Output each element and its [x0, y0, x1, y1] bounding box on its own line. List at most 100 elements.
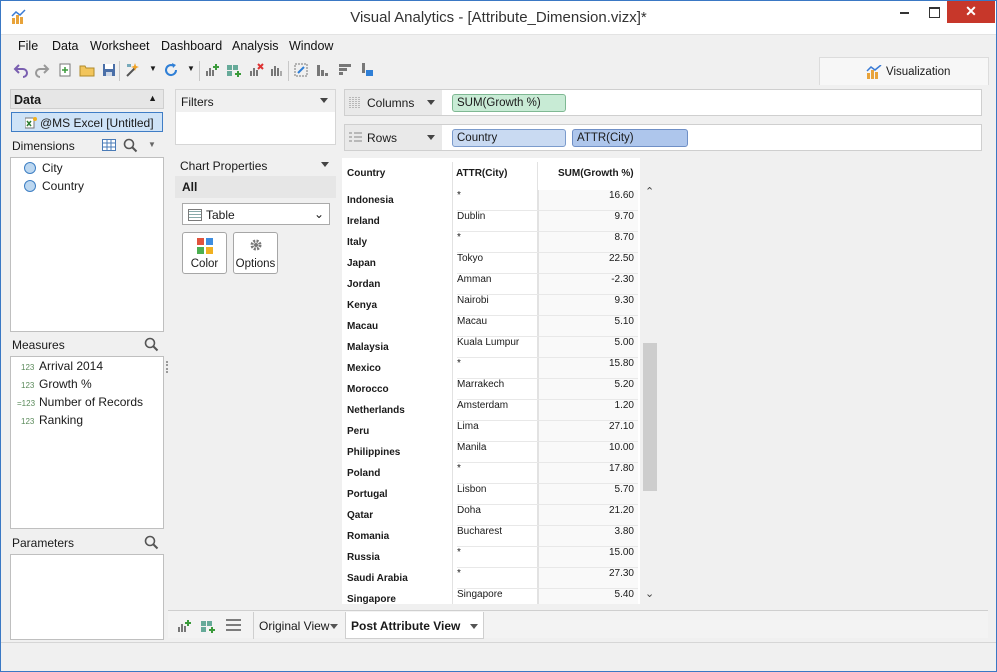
new-dashboard-icon[interactable] [226, 62, 242, 78]
column-header-country[interactable]: Country [347, 168, 385, 179]
measures-list: 123 Arrival 2014 123 Growth % =123 Number o… [10, 356, 164, 529]
magic-wand-icon[interactable] [125, 62, 141, 78]
chart-properties-menu-icon[interactable] [321, 162, 329, 167]
measure-item-arrival-2014[interactable]: 123 Arrival 2014 [21, 359, 103, 376]
scroll-up-icon[interactable]: ⌃ [645, 185, 654, 198]
search-icon[interactable] [144, 535, 159, 550]
menu-analysis[interactable]: Analysis [232, 39, 279, 53]
visualization-tab[interactable]: Visualization [819, 57, 989, 85]
cell-city: Lisbon [457, 484, 487, 495]
table-vertical-scrollbar[interactable]: ⌃ ⌄ [642, 183, 658, 603]
table-row[interactable]: Romania Bucharest 3.80 [342, 522, 640, 547]
dimensions-menu-icon[interactable]: ▼ [148, 140, 156, 149]
new-worksheet-icon[interactable] [176, 618, 192, 634]
table-row[interactable]: Macau Macau 5.10 [342, 312, 640, 337]
sort-toggle-icon[interactable]: ▲ [148, 93, 157, 103]
table-row[interactable]: Peru Lima 27.10 [342, 417, 640, 442]
chart-icon[interactable] [269, 62, 285, 78]
table-row[interactable]: Poland * 17.80 [342, 459, 640, 484]
search-icon[interactable] [123, 138, 138, 153]
table-row[interactable]: Italy * 8.70 [342, 228, 640, 253]
sort-descending-icon[interactable] [337, 62, 353, 78]
dimension-item-country[interactable]: Country [21, 179, 84, 196]
measure-item-ranking[interactable]: 123 Ranking [21, 413, 83, 430]
table-row[interactable]: Japan Tokyo 22.50 [342, 249, 640, 274]
cell-city: Doha [457, 505, 481, 516]
all-marks-row[interactable]: All [175, 176, 336, 198]
table-row[interactable]: Indonesia * 16.60 [342, 186, 640, 211]
dropdown-arrow-icon[interactable]: ▼ [149, 64, 157, 73]
minimize-button[interactable] [889, 1, 919, 23]
rows-shelf[interactable]: Rows Country ATTR(City) [344, 124, 982, 151]
data-table: Country ATTR(City) SUM(Growth %) Indones… [342, 158, 640, 604]
close-button[interactable]: ✕ [947, 1, 995, 23]
save-icon[interactable] [101, 62, 117, 78]
open-folder-icon[interactable] [79, 62, 95, 78]
table-row[interactable]: Malaysia Kuala Lumpur 5.00 [342, 333, 640, 358]
refresh-dropdown-icon[interactable]: ▼ [187, 64, 195, 73]
search-icon[interactable] [144, 337, 159, 352]
menu-file[interactable]: File [18, 39, 38, 53]
scrollbar-thumb[interactable] [643, 343, 657, 491]
pill-sum-growth[interactable]: SUM(Growth %) [452, 94, 566, 112]
menu-dashboard[interactable]: Dashboard [161, 39, 222, 53]
table-row[interactable]: Russia * 15.00 [342, 543, 640, 568]
table-row[interactable]: Jordan Amman -2.30 [342, 270, 640, 295]
table-row[interactable]: Saudi Arabia * 27.30 [342, 564, 640, 589]
menu-window[interactable]: Window [289, 39, 333, 53]
table-row[interactable]: Singapore Singapore 5.40 [342, 585, 640, 604]
cell-growth-value: 3.80 [614, 526, 634, 537]
refresh-icon[interactable] [163, 62, 179, 78]
tab-menu-icon[interactable] [470, 624, 478, 629]
filters-menu-icon[interactable] [320, 98, 328, 103]
pill-country[interactable]: Country [452, 129, 566, 147]
dimensions-list: City Country [10, 157, 164, 332]
undo-icon[interactable] [13, 62, 29, 78]
redo-icon[interactable] [34, 62, 50, 78]
new-file-icon[interactable] [57, 62, 73, 78]
panel-splitter[interactable] [166, 361, 168, 373]
rows-menu-icon[interactable] [427, 135, 435, 140]
sort-ascending-icon[interactable] [315, 62, 331, 78]
columns-menu-icon[interactable] [427, 100, 435, 105]
table-row[interactable]: Ireland Dublin 9.70 [342, 207, 640, 232]
tab-original-view[interactable]: Original View [253, 612, 343, 639]
table-row[interactable]: Mexico * 15.80 [342, 354, 640, 379]
chart-type-select[interactable]: Table ⌄ [182, 203, 330, 225]
measure-item-growth[interactable]: 123 Growth % [21, 377, 92, 394]
tab-menu-icon[interactable] [330, 624, 338, 629]
pill-attr-city[interactable]: ATTR(City) [572, 129, 688, 147]
options-button[interactable]: Options [233, 232, 278, 274]
cell-growth-value: 1.20 [614, 400, 634, 411]
dimensions-label: Dimensions [12, 139, 75, 153]
table-row[interactable]: Netherlands Amsterdam 1.20 [342, 396, 640, 421]
fit-view-icon[interactable] [359, 62, 375, 78]
table-row[interactable]: Portugal Lisbon 5.70 [342, 480, 640, 505]
cell-growth-value: 10.00 [608, 442, 634, 453]
columns-shelf[interactable]: Columns SUM(Growth %) [344, 89, 982, 116]
table-row[interactable]: Philippines Manila 10.00 [342, 438, 640, 463]
scroll-down-icon[interactable]: ⌄ [645, 587, 654, 600]
table-row[interactable]: Morocco Marrakech 5.20 [342, 375, 640, 400]
tab-post-attribute-view[interactable]: Post Attribute View [345, 612, 484, 639]
dimension-item-city[interactable]: City [21, 161, 63, 178]
column-header-attr-city[interactable]: ATTR(City) [456, 168, 507, 179]
new-dashboard-icon[interactable] [200, 618, 216, 634]
swap-axes-icon[interactable] [293, 62, 309, 78]
table-view-icon[interactable] [102, 139, 116, 151]
table-row[interactable]: Qatar Doha 21.20 [342, 501, 640, 526]
maximize-button[interactable] [919, 1, 949, 23]
filters-panel[interactable]: Filters [175, 89, 336, 145]
menu-data[interactable]: Data [52, 39, 78, 53]
datasource-item[interactable]: @MS Excel [Untitled] [11, 112, 163, 132]
menu-worksheet[interactable]: Worksheet [90, 39, 150, 53]
excel-datasource-icon [25, 117, 37, 129]
color-button[interactable]: Color [182, 232, 227, 274]
sheet-list-icon[interactable] [226, 619, 241, 631]
measure-item-number-of-records[interactable]: =123 Number of Records [17, 395, 143, 412]
new-worksheet-icon[interactable] [204, 62, 220, 78]
column-header-sum-growth[interactable]: SUM(Growth %) [558, 168, 634, 179]
numeric-field-icon: 123 [21, 417, 35, 426]
table-row[interactable]: Kenya Nairobi 9.30 [342, 291, 640, 316]
clear-sheet-icon[interactable] [248, 62, 264, 78]
